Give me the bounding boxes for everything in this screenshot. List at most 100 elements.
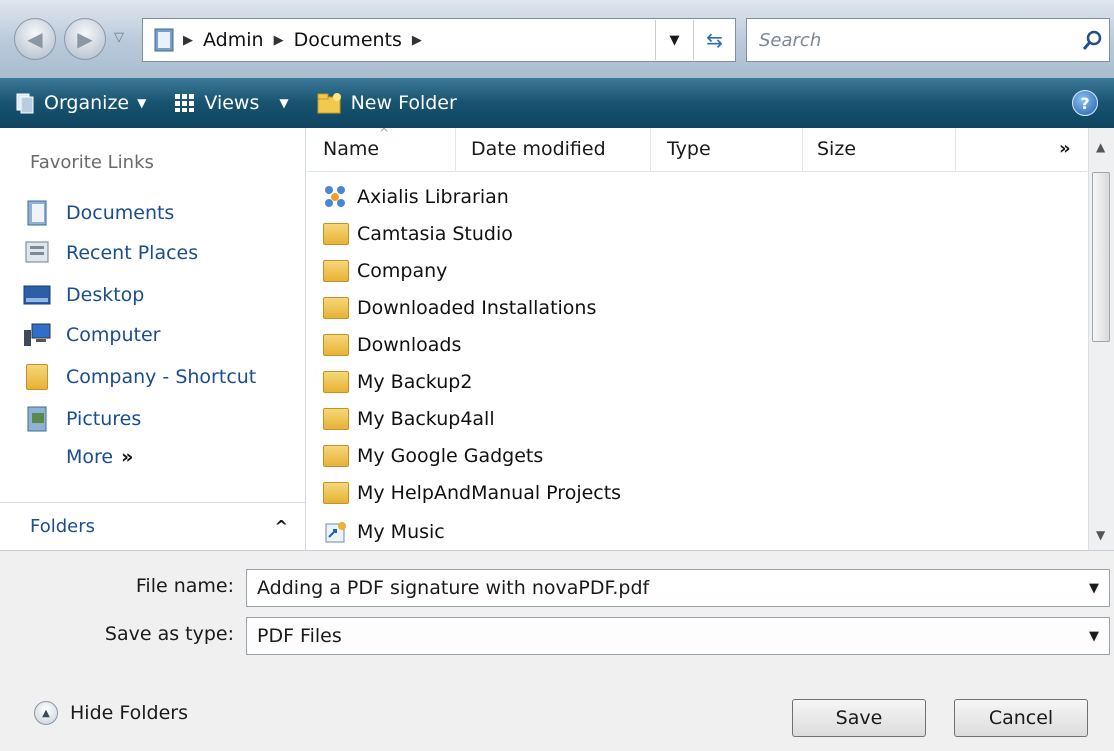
new-folder-label: New Folder xyxy=(350,92,457,114)
save-options-area: File name: Adding a PDF signature with n… xyxy=(0,550,1114,751)
folders-pane-header[interactable]: Folders ^ xyxy=(0,502,306,550)
scroll-thumb[interactable] xyxy=(1092,172,1110,342)
scroll-down-icon[interactable]: ▼ xyxy=(1096,528,1105,542)
file-name: Downloads xyxy=(357,334,462,356)
file-name: My Backup2 xyxy=(357,371,473,393)
file-name: Axialis Librarian xyxy=(357,186,509,208)
address-bar[interactable]: ▶ Admin ▶ Documents ▶ ▼ ⇆ xyxy=(142,18,736,62)
list-item[interactable]: My Google Gadgets xyxy=(321,441,543,471)
sidebar-item-recent-places[interactable]: Recent Places xyxy=(22,238,198,268)
folder-icon xyxy=(321,219,351,249)
chevron-down-icon[interactable]: ▼ xyxy=(1089,629,1099,644)
file-name-label: File name: xyxy=(135,575,234,597)
list-item[interactable]: My Backup2 xyxy=(321,367,472,397)
search-icon[interactable] xyxy=(1081,29,1103,51)
back-button[interactable]: ◀ xyxy=(14,18,56,60)
breadcrumb-admin[interactable]: Admin xyxy=(197,29,270,51)
search-input[interactable]: Search xyxy=(759,30,821,51)
desktop-icon xyxy=(22,280,52,310)
hide-folders-button[interactable]: ▲ Hide Folders xyxy=(34,701,188,725)
new-folder-button[interactable]: New Folder xyxy=(303,91,471,115)
chevron-up-icon[interactable]: ^ xyxy=(275,517,288,536)
documents-icon xyxy=(22,198,52,228)
address-dropdown-icon[interactable]: ▼ xyxy=(655,20,693,60)
sidebar-item-label: Desktop xyxy=(66,284,145,306)
file-name: Camtasia Studio xyxy=(357,223,513,245)
column-size[interactable]: Size xyxy=(817,138,856,160)
file-name: My Backup4all xyxy=(357,408,495,430)
list-item[interactable]: Downloads xyxy=(321,330,461,360)
navigation-pane: Favorite Links Documents Recent Places D… xyxy=(0,128,306,550)
column-divider[interactable] xyxy=(955,128,956,172)
new-folder-icon xyxy=(317,93,341,114)
organize-button[interactable]: Organize ▼ xyxy=(0,92,160,114)
sort-ascending-icon: ^ xyxy=(379,128,390,140)
sidebar-item-documents[interactable]: Documents xyxy=(22,198,174,228)
views-label: Views xyxy=(204,92,260,114)
folder-icon xyxy=(321,441,351,471)
computer-icon xyxy=(22,320,52,350)
folder-icon xyxy=(321,330,351,360)
folder-icon xyxy=(321,478,351,508)
search-box[interactable]: Search xyxy=(746,18,1110,62)
sidebar-item-label: Pictures xyxy=(66,408,142,430)
sidebar-item-label: Documents xyxy=(66,202,175,224)
scroll-up-icon[interactable]: ▲ xyxy=(1096,140,1105,154)
folder-icon xyxy=(22,362,52,392)
file-name: Company xyxy=(357,260,448,282)
list-item[interactable]: My Backup4all xyxy=(321,404,495,434)
breadcrumb-documents[interactable]: Documents xyxy=(288,29,408,51)
folder-icon xyxy=(321,367,351,397)
file-name: My Google Gadgets xyxy=(357,445,544,467)
sidebar-item-desktop[interactable]: Desktop xyxy=(22,280,144,310)
column-name[interactable]: Name xyxy=(323,138,379,160)
forward-button[interactable]: ▶ xyxy=(64,18,106,60)
double-chevron-right-icon: » xyxy=(121,446,134,468)
save-as-type-select[interactable]: PDF Files ▼ xyxy=(246,617,1110,655)
list-item[interactable]: Company xyxy=(321,256,447,286)
chevron-down-icon: ▼ xyxy=(279,96,289,110)
documents-icon xyxy=(149,25,179,55)
save-as-type-value: PDF Files xyxy=(257,625,342,647)
file-name-field[interactable]: Adding a PDF signature with novaPDF.pdf … xyxy=(246,569,1110,607)
file-name: My HelpAndManual Projects xyxy=(357,482,622,504)
list-item[interactable]: Camtasia Studio xyxy=(321,219,513,249)
file-name: My Music xyxy=(357,521,445,543)
list-item[interactable]: My HelpAndManual Projects xyxy=(321,478,621,508)
music-shortcut-icon xyxy=(321,517,351,547)
axialis-app-icon xyxy=(321,182,351,212)
cancel-button[interactable]: Cancel xyxy=(954,699,1088,737)
list-item[interactable]: Downloaded Installations xyxy=(321,293,596,323)
folder-icon xyxy=(321,293,351,323)
file-name-value[interactable]: Adding a PDF signature with novaPDF.pdf xyxy=(257,577,649,599)
file-list: ^ Name Date modified Type Size » Axialis… xyxy=(307,128,1087,550)
folder-icon xyxy=(321,404,351,434)
sidebar-item-pictures[interactable]: Pictures xyxy=(22,404,141,434)
sidebar-item-label: Company - Shortcut xyxy=(66,366,257,388)
recent-pages-icon[interactable]: ▽ xyxy=(114,30,124,45)
views-button[interactable]: Views ▼ xyxy=(160,92,302,114)
column-divider[interactable] xyxy=(650,128,651,172)
column-type[interactable]: Type xyxy=(667,138,711,160)
folders-label: Folders xyxy=(30,516,96,537)
sidebar-item-computer[interactable]: Computer xyxy=(22,320,160,350)
breadcrumb-separator-icon: ▶ xyxy=(273,32,284,48)
refresh-icon[interactable]: ⇆ xyxy=(693,20,735,60)
more-label: More xyxy=(66,446,114,468)
list-item[interactable]: My Music xyxy=(321,517,445,547)
column-divider[interactable] xyxy=(802,128,803,172)
column-divider[interactable] xyxy=(455,128,456,172)
more-links-button[interactable]: More » xyxy=(66,446,133,468)
list-item[interactable]: Axialis Librarian xyxy=(321,182,509,212)
column-date-modified[interactable]: Date modified xyxy=(471,138,606,160)
favorite-links-heading: Favorite Links xyxy=(30,152,154,173)
address-bar-area: ◀ ▶ ▽ ▶ Admin ▶ Documents ▶ ▼ ⇆ Search xyxy=(0,0,1114,78)
folder-icon xyxy=(321,256,351,286)
more-columns-icon[interactable]: » xyxy=(1059,138,1071,159)
chevron-down-icon[interactable]: ▼ xyxy=(1089,581,1099,596)
vertical-scrollbar[interactable]: ▲ ▼ xyxy=(1088,128,1114,550)
save-button[interactable]: Save xyxy=(792,699,926,737)
help-icon[interactable]: ? xyxy=(1072,90,1098,116)
breadcrumb-separator-icon[interactable]: ▶ xyxy=(408,33,426,48)
sidebar-item-company-shortcut[interactable]: Company - Shortcut xyxy=(22,362,256,392)
